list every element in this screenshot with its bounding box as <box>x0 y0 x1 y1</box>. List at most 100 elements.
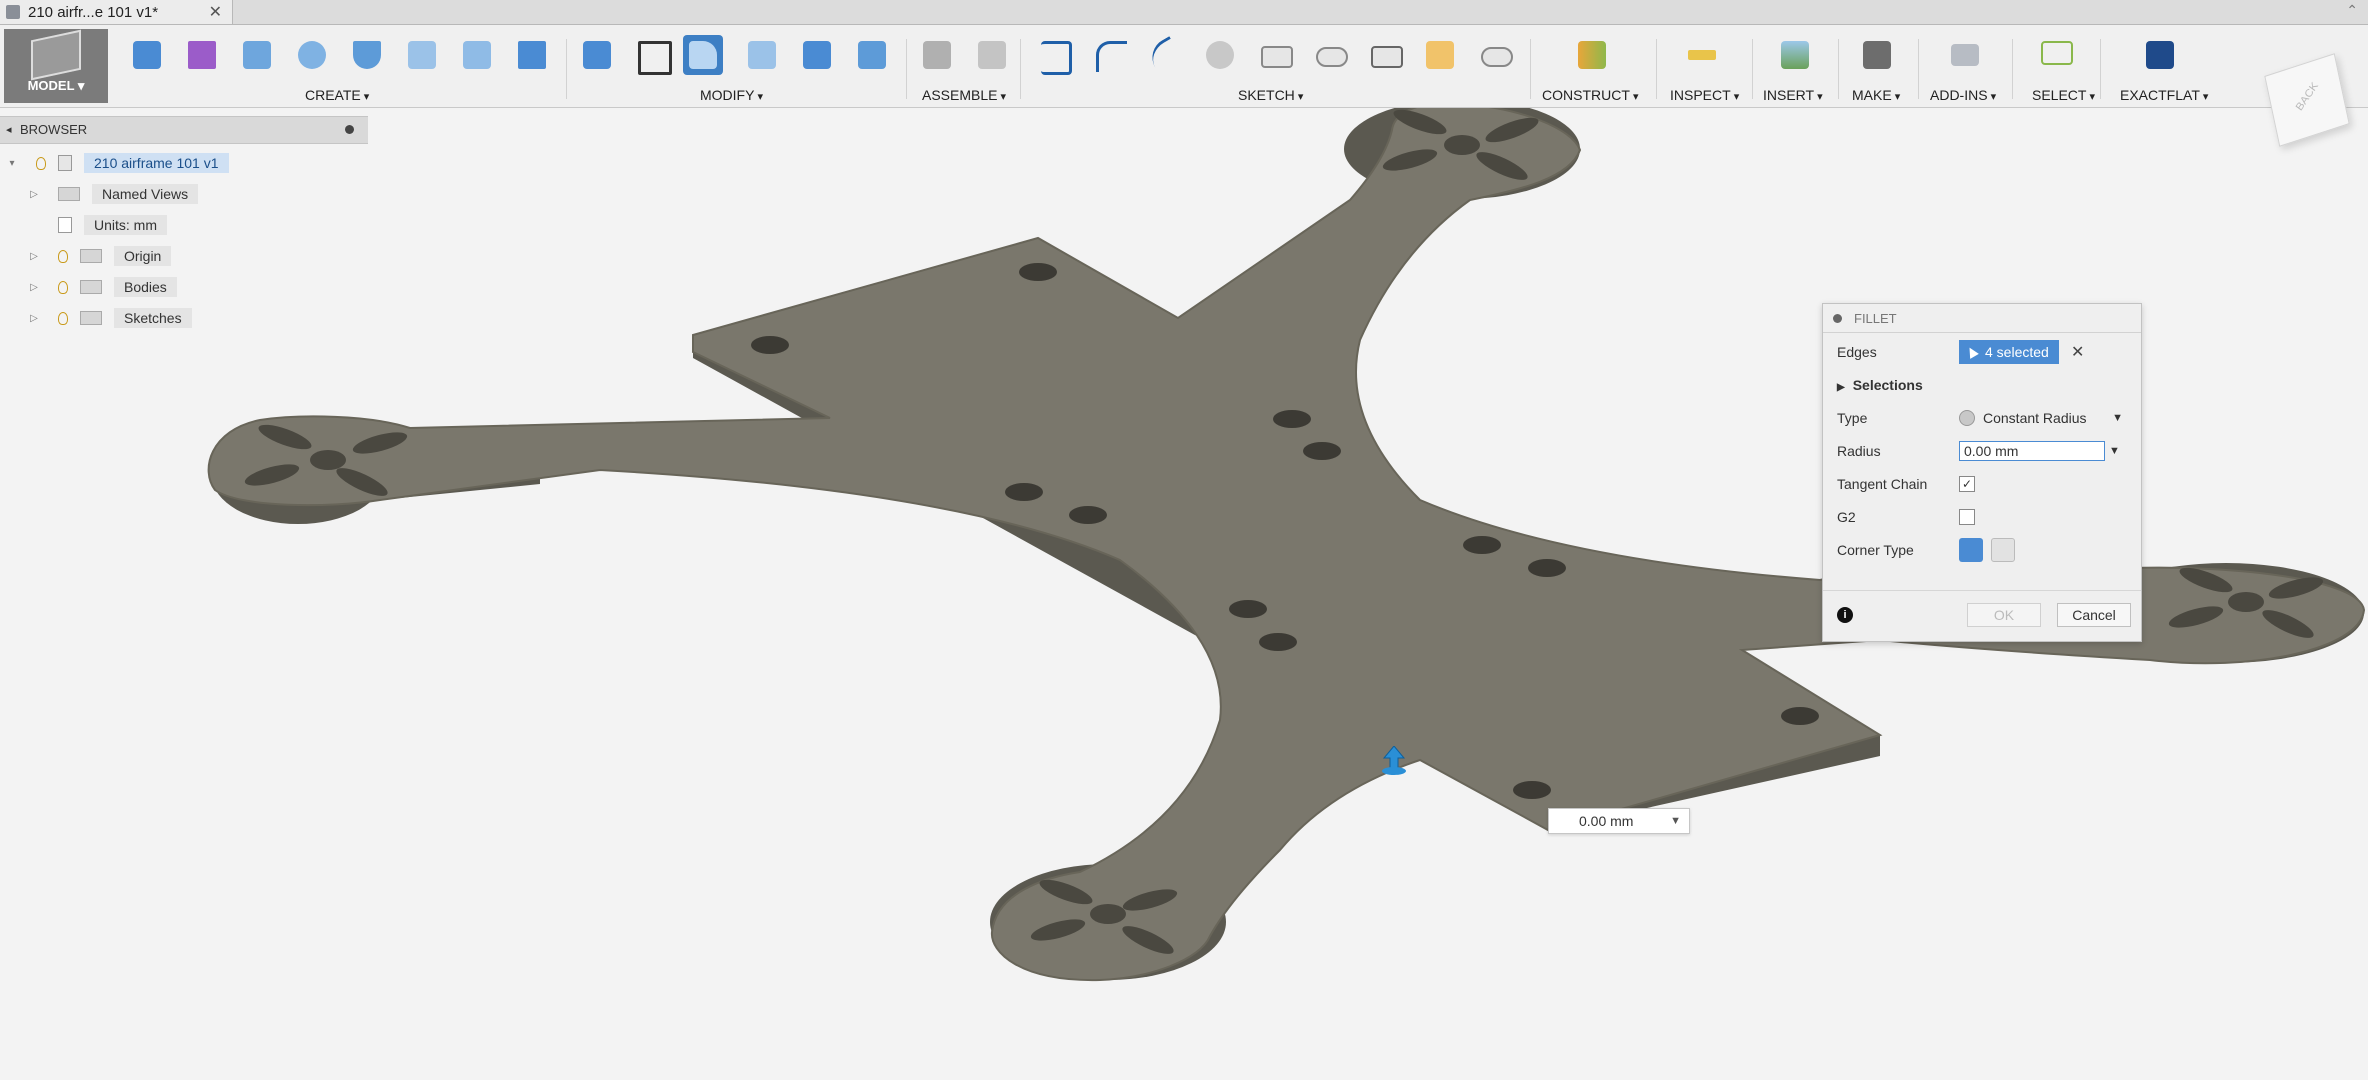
rectangle-icon <box>1261 46 1293 68</box>
assemble-menu[interactable]: ASSEMBLE <box>922 87 1006 103</box>
g2-checkbox[interactable] <box>1959 509 1975 525</box>
form-tool[interactable] <box>182 35 222 75</box>
sketch-line-tool[interactable] <box>1035 35 1075 75</box>
press-pull-tool[interactable] <box>577 35 617 75</box>
toolbar-divider <box>1838 39 1839 99</box>
close-tab-icon[interactable]: ✕ <box>209 2 222 22</box>
toolbar-divider <box>906 39 907 99</box>
modify-menu[interactable]: MODIFY <box>700 87 763 103</box>
toolbar-divider <box>1656 39 1657 99</box>
selections-toggle[interactable]: ▶ Selections <box>1837 372 2129 398</box>
radius-canvas-input[interactable]: 0.00 mm ▼ <box>1548 808 1690 834</box>
fillet-dialog: FILLET Edges 4 selected ✕ ▶ Selections Ty… <box>1822 303 2142 642</box>
stop-sketch-tool[interactable] <box>1475 35 1515 75</box>
visibility-bulb-icon[interactable] <box>58 249 68 263</box>
loft-tool[interactable] <box>402 35 442 75</box>
dialog-collapse-icon[interactable] <box>1833 313 1842 323</box>
combine-tool[interactable] <box>852 35 892 75</box>
make-menu[interactable]: MAKE <box>1852 87 1900 103</box>
box-icon <box>133 41 161 69</box>
info-icon[interactable]: i <box>1837 607 1853 623</box>
3d-print-tool[interactable] <box>1857 35 1897 75</box>
scale-tool[interactable] <box>797 35 837 75</box>
dropdown-arrow-icon[interactable]: ▼ <box>1670 815 1681 827</box>
expand-arrow-icon[interactable]: ▷ <box>28 282 40 293</box>
document-tab[interactable]: 210 airfr...e 101 v1* ✕ <box>0 0 233 24</box>
insert-image-tool[interactable] <box>1775 35 1815 75</box>
mirror-tool[interactable] <box>457 35 497 75</box>
insert-menu[interactable]: INSERT <box>1763 87 1823 103</box>
expand-arrow-icon[interactable]: ▾ <box>6 158 18 169</box>
view-cube[interactable]: BACK <box>2262 50 2354 147</box>
addins-menu[interactable]: ADD-INS <box>1930 87 1996 103</box>
sketch-fillet-tool[interactable] <box>1090 35 1130 75</box>
circle-tool[interactable] <box>1200 35 1240 75</box>
browser-item-label: Named Views <box>92 184 199 204</box>
slot-tool[interactable] <box>1310 35 1350 75</box>
construct-menu[interactable]: CONSTRUCT <box>1542 87 1638 103</box>
sketch-menu[interactable]: SKETCH <box>1238 87 1303 103</box>
browser-item-origin[interactable]: ▷ Origin <box>28 244 172 268</box>
setback-corner-icon[interactable] <box>1991 538 2015 562</box>
shell-tool[interactable] <box>742 35 782 75</box>
fillet-dialog-header[interactable]: FILLET <box>1823 304 2141 333</box>
offset-tool[interactable] <box>1365 35 1405 75</box>
printer-icon <box>1863 41 1891 69</box>
tangent-chain-checkbox[interactable]: ✓ <box>1959 476 1975 492</box>
box-tool[interactable] <box>127 35 167 75</box>
visibility-bulb-icon[interactable] <box>36 156 46 170</box>
construct-plane-tool[interactable] <box>1572 35 1612 75</box>
spline-tool[interactable] <box>1145 35 1185 77</box>
scripts-tool[interactable] <box>1945 35 1985 75</box>
visibility-bulb-icon[interactable] <box>58 311 68 325</box>
move-icon <box>638 41 672 75</box>
edges-selection-button[interactable]: 4 selected <box>1959 340 2059 364</box>
select-menu[interactable]: SELECT <box>2032 87 2095 103</box>
expand-arrow-icon[interactable]: ▷ <box>28 313 40 324</box>
radius-input[interactable] <box>1959 441 2105 461</box>
browser-root-node[interactable]: ▾ 210 airframe 101 v1 <box>6 151 229 175</box>
ok-button[interactable]: OK <box>1967 603 2041 627</box>
pattern-tool[interactable] <box>512 35 552 75</box>
pin-icon[interactable] <box>345 125 354 134</box>
move-tool[interactable] <box>632 35 672 75</box>
dropdown-arrow-icon[interactable]: ▼ <box>2109 445 2120 457</box>
cancel-button[interactable]: Cancel <box>2057 603 2131 627</box>
view-cube-face[interactable]: BACK <box>2264 53 2350 147</box>
toolbar-divider <box>1918 39 1919 99</box>
fillet-drag-arrow-icon[interactable] <box>1377 746 1411 776</box>
joint-tool[interactable] <box>972 35 1012 75</box>
revolve-tool[interactable] <box>292 35 332 75</box>
collapse-arrow-icon[interactable]: ◂ <box>6 123 12 136</box>
inspect-menu[interactable]: INSPECT <box>1670 87 1739 103</box>
clear-selection-icon[interactable]: ✕ <box>2071 342 2084 362</box>
browser-panel-header[interactable]: ◂ BROWSER <box>0 116 368 144</box>
stop-sketch-icon <box>1481 47 1513 67</box>
window-menu-arrow-icon[interactable]: ⌃ <box>2346 2 2358 19</box>
browser-item-sketches[interactable]: ▷ Sketches <box>28 306 192 330</box>
shell-icon <box>748 41 776 69</box>
create-menu[interactable]: CREATE <box>305 87 369 103</box>
create-sketch-tool[interactable] <box>1420 35 1460 75</box>
rectangle-tool[interactable] <box>1255 35 1295 75</box>
model-workspace-icon <box>31 29 81 81</box>
measure-tool[interactable] <box>1682 35 1722 75</box>
fillet-tool[interactable] <box>683 35 723 75</box>
browser-item-bodies[interactable]: ▷ Bodies <box>28 275 177 299</box>
select-tool[interactable] <box>2035 35 2075 75</box>
sweep-tool[interactable] <box>347 35 387 75</box>
extrude-tool[interactable] <box>237 35 277 75</box>
expand-arrow-icon[interactable]: ▷ <box>28 189 40 200</box>
browser-item-label: Units: mm <box>84 215 167 235</box>
slot-icon <box>1316 47 1348 67</box>
workspace-switcher-button[interactable]: MODEL ▾ <box>4 29 108 103</box>
browser-item-units[interactable]: Units: mm <box>28 213 167 237</box>
type-select[interactable]: Constant Radius ▼ <box>1959 406 2123 430</box>
exactflat-menu[interactable]: EXACTFLAT <box>2120 87 2208 103</box>
visibility-bulb-icon[interactable] <box>58 280 68 294</box>
exactflat-tool[interactable] <box>2140 35 2180 75</box>
browser-item-named-views[interactable]: ▷ Named Views <box>28 182 199 206</box>
expand-arrow-icon[interactable]: ▷ <box>28 251 40 262</box>
rolling-ball-corner-icon[interactable] <box>1959 538 1983 562</box>
new-component-tool[interactable] <box>917 35 957 75</box>
